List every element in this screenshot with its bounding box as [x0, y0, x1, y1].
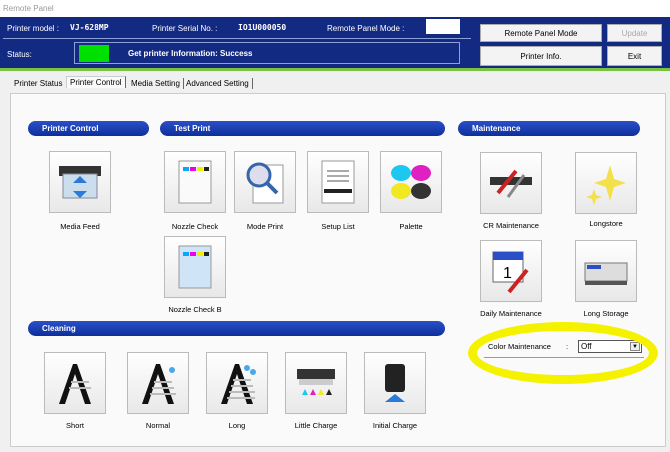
status-text: Get printer Information: Success — [128, 49, 253, 58]
mode-indicator — [426, 19, 460, 34]
update-button[interactable]: Update — [607, 24, 662, 42]
palette-label: Palette — [399, 222, 423, 231]
nozzle-check-b-icon — [178, 245, 212, 289]
long-storage-icon — [584, 262, 628, 285]
window-title: Remote Panel — [3, 4, 54, 13]
long-cleaning-button[interactable] — [206, 352, 268, 414]
mode-label: Remote Panel Mode : — [327, 24, 405, 33]
nozzle-check-button[interactable] — [164, 151, 226, 213]
little-charge-icon — [297, 369, 335, 395]
printer-info-button[interactable]: Printer Info. — [480, 46, 602, 66]
cleaning-normal-icon — [142, 364, 176, 404]
media-feed-button[interactable] — [49, 151, 111, 213]
short-cleaning-button[interactable] — [44, 352, 106, 414]
normal-cleaning-button[interactable] — [127, 352, 189, 414]
tab-advanced-setting[interactable]: Advanced Setting — [183, 78, 253, 89]
cr-maintenance-label: CR Maintenance — [483, 221, 539, 230]
cr-maintenance-button[interactable] — [480, 152, 542, 214]
exit-button[interactable]: Exit — [607, 46, 662, 66]
divider — [3, 38, 471, 39]
status-indicator — [79, 45, 109, 62]
palette-icon — [391, 165, 431, 199]
palette-button[interactable] — [380, 151, 442, 213]
calendar-icon: 1 — [492, 251, 529, 294]
status-label: Status: — [7, 50, 32, 59]
highlight-annotation — [468, 322, 658, 384]
svg-text:1: 1 — [503, 265, 512, 282]
serial-value: IO1U000050 — [238, 23, 287, 32]
section-test-print: Test Print — [160, 121, 445, 136]
little-charge-button[interactable] — [285, 352, 347, 414]
long-storage-label: Long Storage — [583, 309, 629, 318]
section-maintenance: Maintenance — [458, 121, 640, 136]
mode-print-icon — [246, 162, 284, 204]
cleaning-short-icon — [59, 364, 91, 404]
status-box: Get printer Information: Success — [74, 42, 460, 64]
nozzle-check-icon — [178, 160, 212, 204]
longstore-button[interactable] — [575, 152, 637, 214]
setup-list-icon — [321, 160, 355, 204]
serial-label: Printer Serial No. : — [152, 24, 218, 33]
cleaning-long-icon — [221, 364, 256, 404]
model-value: VJ-628MP — [70, 23, 109, 32]
daily-maintenance-button[interactable]: 1 — [480, 240, 542, 302]
mode-print-button[interactable] — [234, 151, 296, 213]
remote-panel-mode-button[interactable]: Remote Panel Mode — [480, 24, 602, 42]
nozzle-check-b-label: Nozzle Check B — [168, 305, 222, 314]
tab-media-setting[interactable]: Media Setting — [128, 78, 184, 89]
tab-printer-status[interactable]: Printer Status — [11, 78, 65, 89]
nozzle-check-b-button[interactable] — [164, 236, 226, 298]
model-label: Printer model : — [7, 24, 60, 33]
section-cleaning: Cleaning — [28, 321, 445, 336]
long-storage-button[interactable] — [575, 240, 637, 302]
initial-charge-label: Initial Charge — [372, 421, 418, 430]
section-printer-control: Printer Control — [28, 121, 149, 136]
media-feed-icon — [59, 166, 101, 199]
cr-maintenance-icon — [490, 169, 532, 198]
daily-maintenance-label: Daily Maintenance — [480, 309, 542, 318]
longstore-label: Longstore — [589, 219, 623, 228]
initial-charge-button[interactable] — [364, 352, 426, 414]
sparkle-icon — [586, 165, 626, 205]
media-feed-label: Media Feed — [60, 222, 100, 231]
initial-charge-icon — [385, 364, 405, 402]
setup-list-button[interactable] — [307, 151, 369, 213]
tab-printer-control[interactable]: Printer Control — [66, 76, 126, 88]
